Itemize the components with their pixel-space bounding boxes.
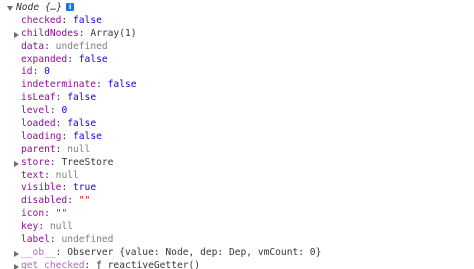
property-separator: : bbox=[55, 143, 68, 155]
expand-triangle-right-icon[interactable] bbox=[14, 250, 19, 257]
property-value: TreeStore bbox=[61, 156, 114, 168]
property-key: text bbox=[21, 169, 45, 181]
property-separator: : bbox=[44, 169, 56, 181]
property-separator: : bbox=[44, 40, 56, 52]
property-row: isLeaf: false bbox=[0, 92, 474, 105]
property-separator: : bbox=[61, 182, 73, 194]
object-root-label: Node {…} bbox=[16, 2, 63, 13]
property-value: "" bbox=[78, 195, 91, 207]
property-row: text: null bbox=[0, 170, 474, 183]
property-separator: : bbox=[84, 259, 97, 269]
object-root-row[interactable]: Node {…} i bbox=[0, 2, 474, 15]
property-separator: : bbox=[67, 195, 79, 207]
property-key: store bbox=[21, 156, 50, 168]
property-key: level bbox=[21, 105, 50, 117]
property-row: icon: "" bbox=[0, 208, 474, 221]
property-value: Array(1) bbox=[90, 27, 137, 39]
property-value: false bbox=[107, 79, 137, 91]
property-row: disabled: "" bbox=[0, 195, 474, 208]
property-value: null bbox=[55, 169, 79, 181]
property-separator: : bbox=[78, 27, 91, 39]
property-key: loading bbox=[21, 130, 62, 142]
property-value: "" bbox=[55, 208, 68, 220]
property-separator: : bbox=[61, 14, 73, 26]
info-icon[interactable]: i bbox=[66, 3, 75, 11]
property-value: ƒ reactiveGetter() bbox=[96, 259, 201, 269]
property-key: isLeaf bbox=[21, 92, 56, 104]
expand-triangle-right-icon[interactable] bbox=[14, 160, 19, 167]
property-separator: : bbox=[49, 156, 62, 168]
property-key: disabled bbox=[21, 195, 68, 207]
property-key: get checked bbox=[21, 259, 85, 269]
property-key: checked bbox=[21, 14, 62, 26]
property-row: indeterminate: false bbox=[0, 79, 474, 92]
property-row: id: 0 bbox=[0, 66, 474, 79]
property-key: expanded bbox=[21, 53, 68, 65]
property-value: Observer {value: Node, dep: Dep, vmCount… bbox=[67, 246, 322, 258]
property-row: level: 0 bbox=[0, 105, 474, 118]
property-value: 0 bbox=[44, 66, 50, 78]
property-separator: : bbox=[61, 130, 73, 142]
property-value: false bbox=[78, 53, 108, 65]
property-separator: : bbox=[55, 118, 68, 130]
property-separator: : bbox=[55, 246, 68, 258]
property-key: __ob__ bbox=[21, 246, 56, 258]
property-key: parent bbox=[21, 143, 56, 155]
expand-triangle-right-icon[interactable] bbox=[14, 31, 19, 38]
property-row: data: undefined bbox=[0, 41, 474, 54]
property-key: visible bbox=[21, 182, 62, 194]
property-separator: : bbox=[96, 79, 108, 91]
property-row: checked: false bbox=[0, 15, 474, 28]
property-row[interactable]: get checked: ƒ reactiveGetter() bbox=[0, 260, 474, 269]
property-separator: : bbox=[44, 208, 56, 220]
property-key: id bbox=[21, 66, 33, 78]
property-value: false bbox=[73, 14, 102, 26]
property-list: checked: false childNodes: Array(1) data: … bbox=[0, 15, 474, 269]
property-separator: : bbox=[55, 92, 68, 104]
property-key: icon bbox=[21, 208, 45, 220]
property-value: false bbox=[67, 118, 97, 130]
property-key: loaded bbox=[21, 118, 56, 130]
property-row[interactable]: store: TreeStore bbox=[0, 157, 474, 170]
expand-triangle-down-icon[interactable] bbox=[7, 6, 13, 11]
property-separator: : bbox=[38, 221, 50, 233]
property-value: false bbox=[67, 92, 97, 104]
property-row: loading: false bbox=[0, 131, 474, 144]
expand-triangle-right-icon[interactable] bbox=[14, 263, 19, 269]
property-row[interactable]: __ob__: Observer {value: Node, dep: Dep,… bbox=[0, 247, 474, 260]
property-separator: : bbox=[49, 105, 62, 117]
property-value: undefined bbox=[55, 40, 108, 52]
property-row: label: undefined bbox=[0, 234, 474, 247]
property-row: loaded: false bbox=[0, 118, 474, 131]
property-key: data bbox=[21, 40, 45, 52]
property-value: 0 bbox=[61, 105, 68, 117]
property-row: expanded: false bbox=[0, 54, 474, 67]
property-key: indeterminate bbox=[21, 79, 97, 91]
property-row: visible: true bbox=[0, 182, 474, 195]
property-value: false bbox=[73, 130, 102, 142]
property-key: childNodes bbox=[21, 27, 79, 39]
property-value: null bbox=[49, 221, 73, 233]
property-row: parent: null bbox=[0, 144, 474, 157]
property-key: key bbox=[21, 221, 39, 233]
property-value: true bbox=[73, 182, 97, 194]
console-object-inspector: Node {…} i checked: false childNodes: Arra… bbox=[0, 0, 474, 269]
property-value: null bbox=[67, 143, 91, 155]
property-row[interactable]: childNodes: Array(1) bbox=[0, 28, 474, 41]
property-row: key: null bbox=[0, 221, 474, 234]
property-separator: : bbox=[67, 53, 79, 65]
property-separator: : bbox=[32, 66, 45, 78]
